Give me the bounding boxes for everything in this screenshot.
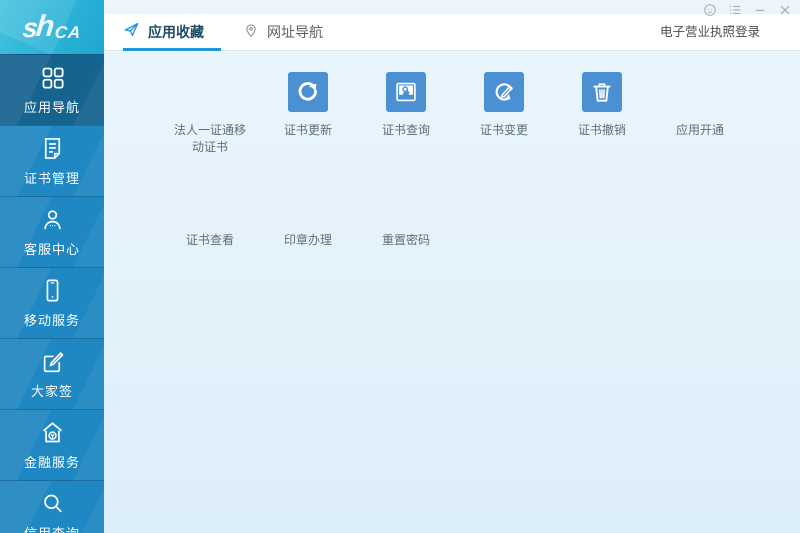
app-item-label: 证书查看 <box>186 232 234 249</box>
customer-support-icon[interactable] <box>702 2 718 18</box>
logo-letters-ca: CA <box>53 24 81 41</box>
sidebar: s h CA 应用导航 证书管理 <box>0 0 104 533</box>
sidebar-item-credit-inquiry[interactable]: 信用查询 <box>0 480 104 533</box>
app-favorites-panel: 法人一证通移动证书 证书更新 <box>104 51 800 533</box>
app-item-label: 重置密码 <box>382 232 430 249</box>
app-item-label: 应用开通 <box>676 122 724 139</box>
app-item-app-activation[interactable]: 应用开通 <box>651 72 749 156</box>
app-grid-row-2: 证书查看 印章办理 重置密码 <box>161 182 455 249</box>
app-grid-icon <box>39 64 66 91</box>
missing-icon <box>386 182 426 222</box>
tab-url-navigation[interactable]: 网址导航 <box>243 14 323 50</box>
menu-list-icon[interactable] <box>727 2 743 18</box>
sidebar-item-app-navigation[interactable]: 应用导航 <box>0 54 104 125</box>
app-item-legal-person-mobile-cert[interactable]: 法人一证通移动证书 <box>161 72 259 156</box>
logo-letter-s: s <box>21 15 39 42</box>
close-icon[interactable] <box>777 2 793 18</box>
app-item-seal-service[interactable]: 印章办理 <box>259 182 357 249</box>
logo-letter-h: h <box>34 12 55 42</box>
sidebar-item-label: 信用查询 <box>24 523 80 533</box>
app-item-cert-query[interactable]: 证书查询 <box>357 72 455 156</box>
app-item-label: 法人一证通移动证书 <box>169 122 251 156</box>
sidebar-item-financial-services[interactable]: 金融服务 <box>0 409 104 480</box>
app-grid-row-1: 法人一证通移动证书 证书更新 <box>161 72 749 156</box>
app-window: s h CA 应用导航 证书管理 <box>0 0 800 533</box>
sidebar-item-certificate-management[interactable]: 证书管理 <box>0 125 104 196</box>
missing-icon <box>288 182 328 222</box>
app-item-reset-password[interactable]: 重置密码 <box>357 182 455 249</box>
refresh-icon <box>288 72 328 112</box>
certificate-document-icon <box>39 135 66 162</box>
main-area: 应用收藏 网址导航 电子营业执照登录 法人一证通移动证书 <box>104 0 800 533</box>
paper-plane-icon <box>123 21 140 43</box>
app-item-label: 证书变更 <box>480 122 528 139</box>
tab-label: 应用收藏 <box>148 22 204 42</box>
app-item-cert-update[interactable]: 证书更新 <box>259 72 357 156</box>
location-pin-icon <box>243 22 259 43</box>
bank-house-icon <box>39 419 66 446</box>
sidebar-item-mobile-services[interactable]: 移动服务 <box>0 267 104 338</box>
sidebar-item-label: 移动服务 <box>24 310 80 329</box>
sidebar-item-label: 应用导航 <box>24 97 80 116</box>
app-item-cert-revoke[interactable]: 证书撤销 <box>553 72 651 156</box>
magnifier-icon <box>39 490 66 517</box>
missing-icon <box>190 72 230 112</box>
sidebar-item-label: 大家签 <box>31 381 73 400</box>
sidebar-item-label: 金融服务 <box>24 452 80 471</box>
app-logo: s h CA <box>0 0 104 54</box>
logo-text: s h CA <box>21 12 83 42</box>
minimize-icon[interactable] <box>752 2 768 18</box>
business-license-login-link[interactable]: 电子营业执照登录 <box>660 14 760 51</box>
app-item-label: 印章办理 <box>284 232 332 249</box>
monitor-search-icon <box>386 72 426 112</box>
window-controls <box>702 2 793 18</box>
sidebar-item-everyone-sign[interactable]: 大家签 <box>0 338 104 409</box>
tab-label: 网址导航 <box>267 22 323 42</box>
app-item-label: 证书更新 <box>284 122 332 139</box>
missing-icon <box>190 182 230 222</box>
sign-pen-icon <box>39 348 66 375</box>
sidebar-item-customer-service[interactable]: 客服中心 <box>0 196 104 267</box>
sidebar-item-label: 证书管理 <box>24 168 80 187</box>
refresh-edit-icon <box>484 72 524 112</box>
mobile-phone-icon <box>39 277 66 304</box>
app-item-label: 证书查询 <box>382 122 430 139</box>
person-icon <box>39 206 66 233</box>
app-item-label: 证书撤销 <box>578 122 626 139</box>
tab-app-favorites[interactable]: 应用收藏 <box>123 14 221 50</box>
trash-icon <box>582 72 622 112</box>
sidebar-item-label: 客服中心 <box>24 239 80 258</box>
titlebar-strip <box>104 0 800 14</box>
app-item-cert-change[interactable]: 证书变更 <box>455 72 553 156</box>
app-item-cert-view[interactable]: 证书查看 <box>161 182 259 249</box>
missing-icon <box>680 72 720 112</box>
